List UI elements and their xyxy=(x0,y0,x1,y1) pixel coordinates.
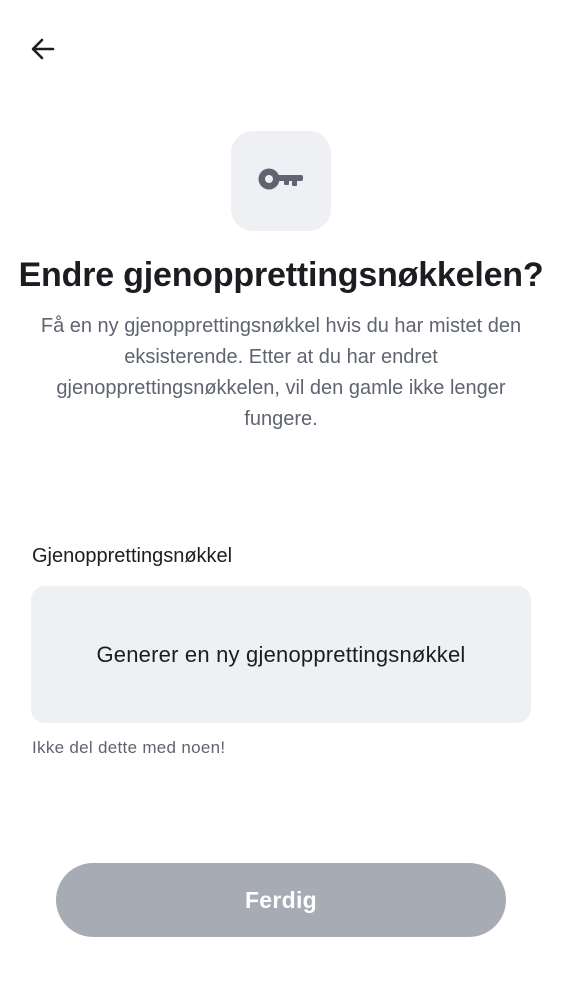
generate-recovery-key-button[interactable]: Generer en ny gjenopprettingsnøkkel xyxy=(31,586,531,723)
generate-recovery-key-label: Generer en ny gjenopprettingsnøkkel xyxy=(96,641,466,667)
done-button[interactable]: Ferdig xyxy=(56,863,506,937)
key-icon xyxy=(257,165,305,198)
recovery-key-label: Gjenopprettingsnøkkel xyxy=(32,545,233,567)
page-title: Endre gjenopprettingsnøkkelen? xyxy=(18,256,544,294)
change-recovery-key-screen: Endre gjenopprettingsnøkkelen? Få en ny … xyxy=(0,0,562,1000)
arrow-left-icon xyxy=(29,35,57,68)
security-hint: Ikke del dette med noen! xyxy=(32,738,226,757)
back-button[interactable] xyxy=(22,30,64,72)
page-description: Få en ny gjenopprettingsnøkkel hvis du h… xyxy=(40,315,522,430)
key-icon-tile xyxy=(231,131,331,231)
done-button-label: Ferdig xyxy=(244,886,318,913)
